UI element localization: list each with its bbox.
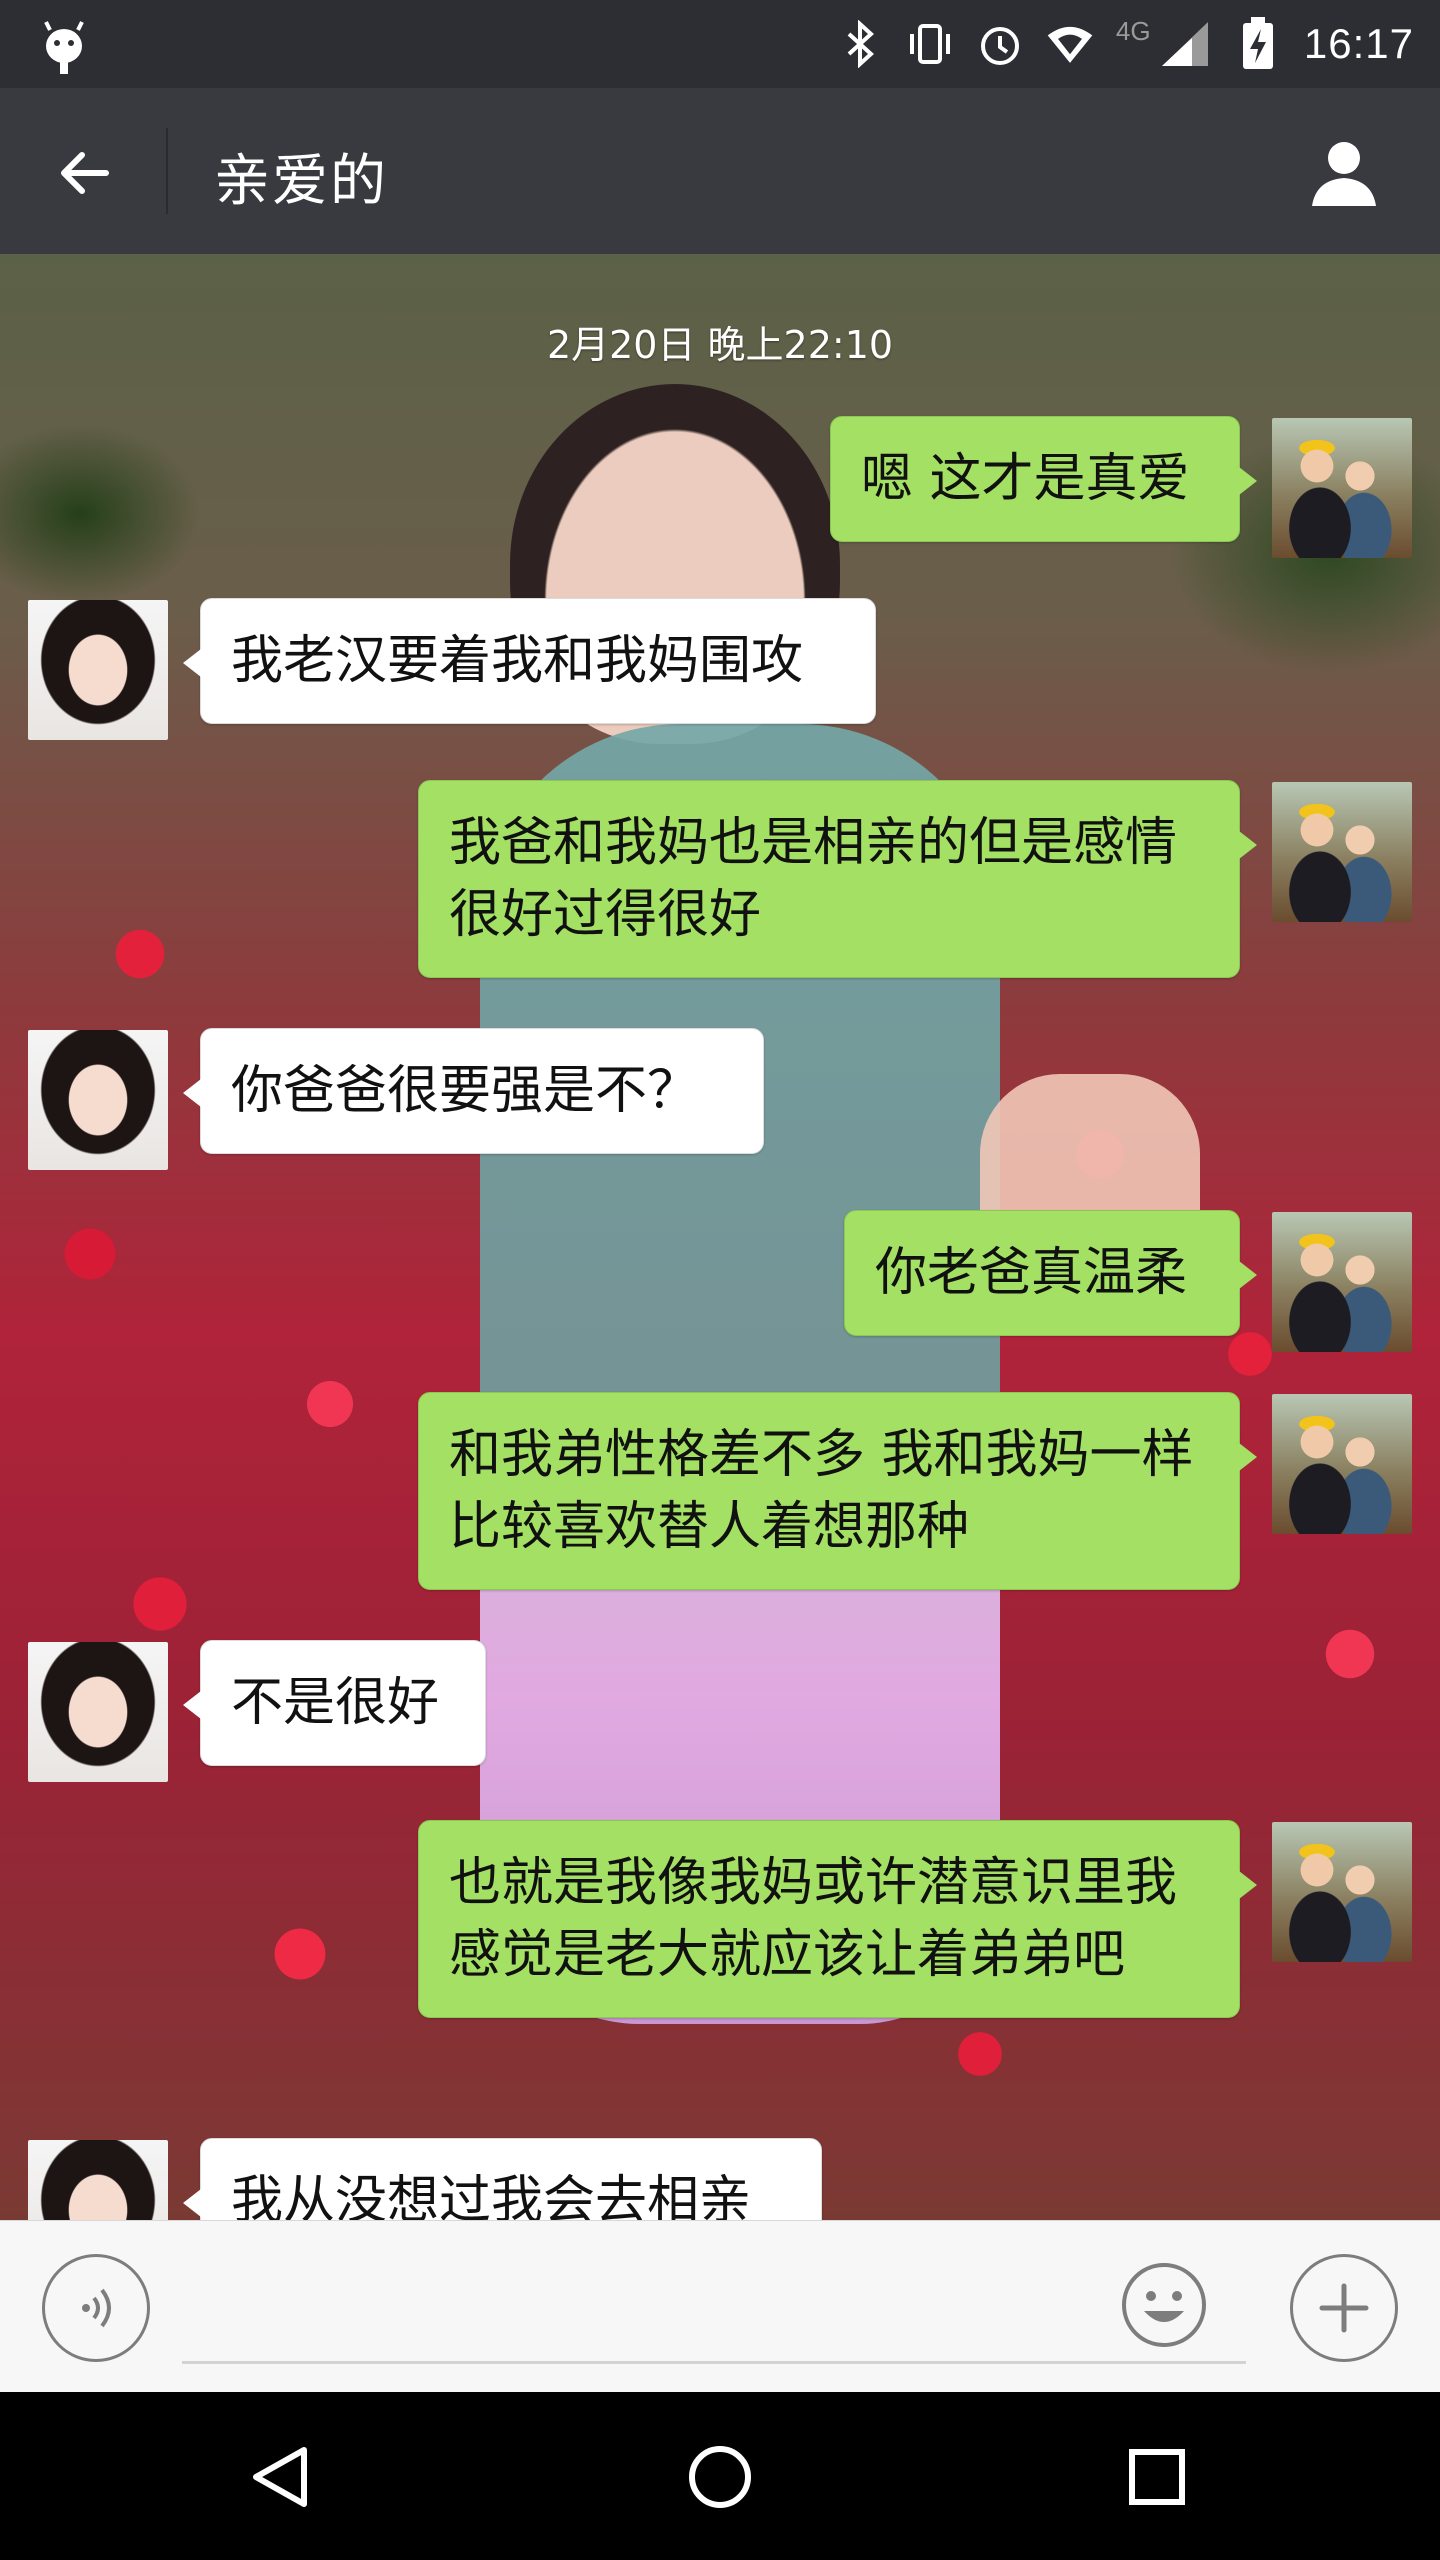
app-bar: 亲爱的 bbox=[0, 88, 1440, 254]
received-message-bubble[interactable]: 我从没想过我会去相亲 bbox=[183, 2138, 822, 2220]
plus-icon bbox=[1319, 2283, 1369, 2333]
status-bar: 4G 16:17 bbox=[0, 0, 1440, 88]
message-timestamp: 2月20日 晚上22:10 bbox=[546, 323, 894, 367]
my-avatar[interactable] bbox=[1272, 1822, 1412, 1962]
contact-avatar[interactable] bbox=[28, 1030, 168, 1170]
vibrate-icon bbox=[906, 20, 954, 68]
message-text: 和我弟性格差不多 我和我妈一样比较喜欢替人着想那种 bbox=[449, 1425, 1194, 1557]
contact-avatar[interactable] bbox=[28, 600, 168, 740]
wifi-icon bbox=[1046, 20, 1094, 68]
message-text: 也就是我像我妈或许潜意识里我感觉是老大就应该让着弟弟吧 bbox=[449, 1853, 1178, 1985]
android-icon bbox=[36, 18, 92, 74]
message-text: 我老汉要着我和我妈围攻 bbox=[231, 631, 804, 691]
chat-area[interactable]: 2月20日 晚上22:10 嗯 这才是真爱 我老汉要着我和我妈围攻 我爸和我妈也… bbox=[0, 254, 1440, 2220]
nav-recents-button[interactable] bbox=[1112, 2432, 1202, 2522]
contact-avatar[interactable] bbox=[28, 2140, 168, 2220]
voice-button[interactable] bbox=[42, 2254, 150, 2362]
message-text: 你爸爸很要强是不？ bbox=[231, 1061, 700, 1121]
more-button[interactable] bbox=[1290, 2254, 1398, 2362]
bluetooth-icon bbox=[836, 20, 884, 68]
alarm-icon bbox=[976, 20, 1024, 68]
person-icon bbox=[1312, 142, 1376, 206]
received-message-bubble[interactable]: 我老汉要着我和我妈围攻 bbox=[183, 598, 876, 724]
nav-home-button[interactable] bbox=[675, 2432, 765, 2522]
sent-message-bubble[interactable]: 也就是我像我妈或许潜意识里我感觉是老大就应该让着弟弟吧 bbox=[418, 1820, 1257, 2018]
nav-back-icon bbox=[253, 2447, 307, 2507]
message-text: 嗯 这才是真爱 bbox=[861, 449, 1190, 509]
my-avatar[interactable] bbox=[1272, 782, 1412, 922]
emoji-icon bbox=[1122, 2263, 1206, 2347]
network-label: 4G bbox=[1115, 16, 1151, 46]
message-input[interactable] bbox=[182, 2261, 1246, 2364]
my-avatar[interactable] bbox=[1272, 1212, 1412, 1352]
message-text: 不是很好 bbox=[231, 1673, 440, 1733]
status-time: 16:17 bbox=[1303, 20, 1414, 67]
received-message-bubble[interactable]: 你爸爸很要强是不？ bbox=[183, 1028, 764, 1154]
sent-message-bubble[interactable]: 嗯 这才是真爱 bbox=[830, 416, 1257, 542]
nav-home-icon bbox=[689, 2446, 751, 2508]
back-button[interactable] bbox=[44, 133, 124, 213]
signal-icon: 4G bbox=[1116, 16, 1212, 68]
my-avatar[interactable] bbox=[1272, 418, 1412, 558]
sent-message-bubble[interactable]: 你老爸真温柔 bbox=[844, 1210, 1257, 1336]
back-arrow-icon bbox=[61, 152, 109, 194]
voice-icon bbox=[82, 2288, 111, 2328]
message-text: 我从没想过我会去相亲 bbox=[231, 2171, 752, 2220]
nav-recents-icon bbox=[1129, 2449, 1185, 2505]
profile-button[interactable] bbox=[1302, 130, 1386, 214]
message-text: 我爸和我妈也是相亲的但是感情很好过得很好 bbox=[449, 813, 1178, 945]
my-avatar[interactable] bbox=[1272, 1394, 1412, 1534]
contact-avatar[interactable] bbox=[28, 1642, 168, 1782]
chat-title: 亲爱的 bbox=[214, 149, 388, 214]
received-message-bubble[interactable]: 不是很好 bbox=[183, 1640, 486, 1766]
sent-message-bubble[interactable]: 我爸和我妈也是相亲的但是感情很好过得很好 bbox=[418, 780, 1257, 978]
sent-message-bubble[interactable]: 和我弟性格差不多 我和我妈一样比较喜欢替人着想那种 bbox=[418, 1392, 1257, 1590]
nav-back-button[interactable] bbox=[236, 2432, 326, 2522]
message-text: 你老爸真温柔 bbox=[875, 1243, 1188, 1303]
emoji-button[interactable] bbox=[1120, 2261, 1208, 2349]
app-bar-divider bbox=[166, 128, 168, 214]
nav-bar bbox=[0, 2392, 1440, 2560]
battery-charging-icon bbox=[1234, 17, 1282, 69]
input-bar bbox=[0, 2220, 1440, 2393]
